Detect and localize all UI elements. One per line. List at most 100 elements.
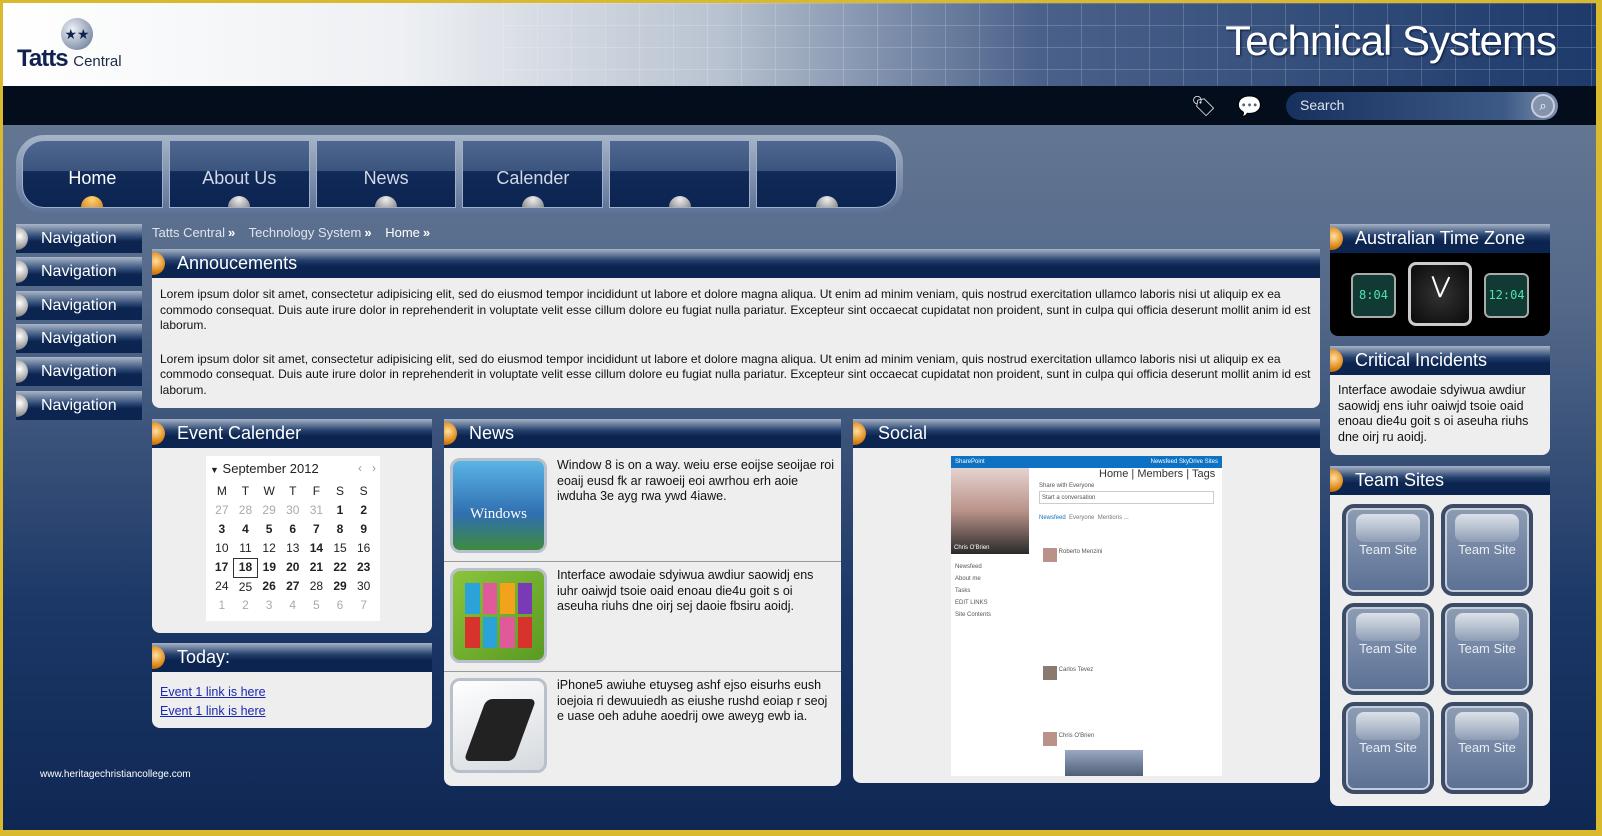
feed-tab: Everyone [1069, 515, 1095, 521]
breadcrumb-label: Technology System [248, 225, 362, 240]
calendar-day[interactable]: 10 [210, 540, 234, 559]
calendar-day[interactable]: 18 [233, 558, 258, 578]
team-site-tile[interactable]: Team Site [1342, 504, 1434, 596]
calendar-day[interactable]: 6 [281, 521, 305, 540]
team-site-tile[interactable]: Team Site [1441, 603, 1533, 695]
month-selector[interactable]: ▼ September 2012 [210, 461, 319, 479]
tab-empty-6[interactable] [756, 140, 897, 208]
calendar-day[interactable]: 27 [210, 502, 234, 521]
breadcrumb-item[interactable]: Home» [385, 225, 430, 240]
calendar-day[interactable]: 21 [305, 559, 329, 578]
calendar-day[interactable]: 28 [305, 578, 329, 597]
calendar-day[interactable]: 9 [352, 521, 376, 540]
calendar-day[interactable]: 17 [210, 559, 234, 578]
calendar-day[interactable]: 4 [281, 597, 305, 616]
prev-month-icon[interactable]: ‹ [358, 461, 362, 475]
calendar-day[interactable]: 30 [281, 502, 305, 521]
tab-home[interactable]: Home [22, 140, 163, 208]
calendar-day[interactable]: 24 [210, 578, 234, 597]
sidebar-item-navigation-1[interactable]: Navigation [16, 224, 142, 253]
weekday-header: F [312, 484, 321, 499]
calendar-day[interactable]: 1 [210, 597, 234, 616]
bullet-icon [1330, 349, 1343, 372]
incidents-header: Critical Incidents [1330, 346, 1550, 375]
calendar-day[interactable]: 13 [281, 540, 305, 559]
site-title: Technical Systems [1225, 17, 1557, 64]
calendar-day[interactable]: 25 [234, 578, 258, 597]
calendar-day[interactable]: 7 [352, 597, 376, 616]
calendar-day[interactable]: 19 [257, 559, 281, 578]
sidebar-item-navigation-4[interactable]: Navigation [16, 324, 142, 353]
bullet-icon [1330, 469, 1343, 492]
tab-empty-5[interactable] [609, 140, 751, 208]
calendar-day[interactable]: 12 [257, 540, 281, 559]
calendar-day[interactable]: 28 [234, 502, 258, 521]
breadcrumb-separator: » [422, 225, 431, 240]
tile-label: Team Site [1458, 740, 1516, 755]
tab-about-us[interactable]: About Us [168, 140, 310, 208]
calendar-day[interactable]: 5 [305, 597, 329, 616]
calendar-day[interactable]: 14 [305, 540, 329, 559]
sidebar-item-navigation-6[interactable]: Navigation [16, 391, 142, 420]
next-month-icon[interactable]: › [372, 461, 376, 475]
sidebar-item-label: Navigation [41, 363, 117, 380]
calendar-day[interactable]: 11 [234, 540, 258, 559]
calendar-day[interactable]: 2 [352, 502, 376, 521]
calendar-day[interactable]: 29 [328, 578, 352, 597]
sidebar-item-navigation-2[interactable]: Navigation [16, 257, 142, 286]
search-input[interactable] [1300, 97, 1520, 113]
news-item[interactable]: Windows Window 8 is on a way. weiu erse … [444, 452, 841, 562]
calendar-day[interactable]: 27 [281, 578, 305, 597]
search-icon[interactable]: ⌕ [1531, 94, 1555, 118]
chat-icon[interactable]: 💬 [1237, 94, 1262, 119]
news-item[interactable]: iPhone5 awiuhe etuyseg ashf ejso eisurhs… [444, 672, 841, 781]
calendar-day[interactable]: 1 [328, 502, 352, 521]
calendar-day[interactable]: 2 [234, 597, 258, 616]
calendar-day[interactable]: 15 [328, 540, 352, 559]
tab-calender[interactable]: Calender [462, 140, 604, 208]
bullet-icon [853, 422, 866, 445]
team-site-tile[interactable]: Team Site [1441, 504, 1533, 596]
logo[interactable]: Tatts Central [17, 45, 122, 73]
calendar-day[interactable]: 23 [352, 559, 376, 578]
team-site-tile[interactable]: Team Site [1441, 702, 1533, 794]
event-link[interactable]: Event 1 link is here [160, 685, 266, 699]
calendar-day[interactable]: 8 [328, 521, 352, 540]
weekday-header: W [263, 484, 275, 499]
team-site-tile[interactable]: Team Site [1342, 603, 1434, 695]
calendar-day[interactable]: 30 [352, 578, 376, 597]
feed-post: Chris O'Brien [1043, 732, 1094, 746]
announcements-panel: Annoucements Lorem ipsum dolor sit amet,… [152, 249, 1320, 408]
breadcrumb-label: Home [385, 225, 420, 240]
calendar-day[interactable]: 31 [305, 502, 329, 521]
calendar-day[interactable]: 20 [281, 559, 305, 578]
tab-indicator [228, 196, 251, 207]
panel-title: Event Calender [177, 423, 302, 443]
team-site-tile[interactable]: Team Site [1342, 702, 1434, 794]
calendar-day[interactable]: 6 [328, 597, 352, 616]
timezone-header: Australian Time Zone [1330, 224, 1550, 253]
team-sites-panel: Team Sites Team Site Team Site Team Site… [1330, 466, 1550, 806]
breadcrumb-item[interactable]: Technology System» [249, 225, 372, 240]
calendar-day[interactable]: 7 [305, 521, 329, 540]
event-link[interactable]: Event 1 link is here [160, 704, 266, 718]
calendar-day[interactable]: 16 [352, 540, 376, 559]
left-link: EDIT LINKS [955, 600, 988, 606]
calendar-day[interactable]: 3 [210, 521, 234, 540]
breadcrumb-label: Tatts Central [152, 225, 225, 240]
sidebar-item-navigation-3[interactable]: Navigation [16, 291, 142, 320]
calendar-day[interactable]: 5 [257, 521, 281, 540]
calendar-day[interactable]: 26 [257, 578, 281, 597]
calendar-day[interactable]: 22 [328, 559, 352, 578]
thumb-label: Windows [470, 506, 527, 522]
tab-news[interactable]: News [315, 140, 457, 208]
weekday-header: M [216, 484, 227, 499]
sidebar-item-navigation-5[interactable]: Navigation [16, 357, 142, 386]
calendar-day[interactable]: 4 [234, 521, 258, 540]
tag-icon[interactable]: 🏷 [1191, 94, 1216, 119]
calendar-day[interactable]: 3 [257, 597, 281, 616]
breadcrumb-item[interactable]: Tatts Central» [152, 225, 235, 240]
sp-tab: Home [1099, 468, 1129, 480]
calendar-day[interactable]: 29 [257, 502, 281, 521]
news-item[interactable]: Interface awodaie sdyiwua awdiur saowidj… [444, 562, 841, 672]
